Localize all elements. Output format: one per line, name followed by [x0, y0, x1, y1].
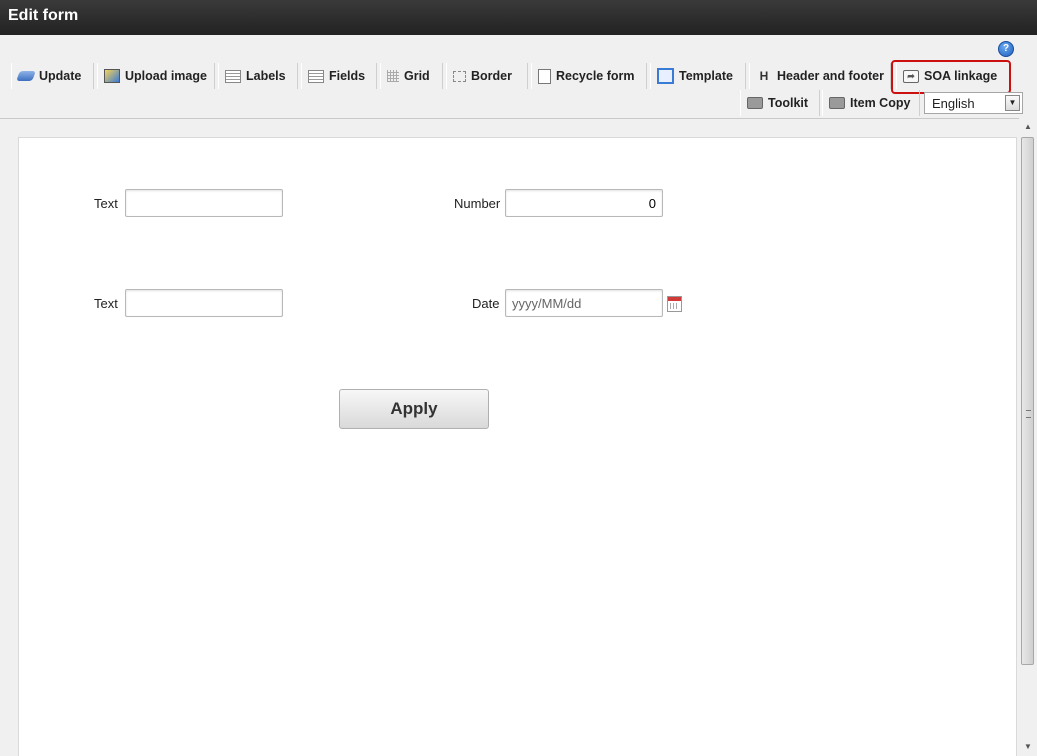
grid-label: Grid: [404, 69, 430, 83]
apply-button[interactable]: Apply: [339, 389, 489, 429]
document-icon: [538, 68, 551, 84]
item-copy-label: Item Copy: [850, 96, 911, 110]
scroll-thumb[interactable]: [1021, 137, 1034, 665]
fields-label: Fields: [329, 69, 366, 83]
calendar-icon[interactable]: [667, 296, 682, 312]
border-label: Border: [471, 69, 512, 83]
toolbox-icon: [829, 97, 845, 109]
number-field-label: Number: [454, 196, 501, 211]
update-label: Update: [39, 69, 82, 83]
scroll-down-icon[interactable]: ▼: [1022, 740, 1034, 754]
template-label: Template: [679, 69, 733, 83]
date-input[interactable]: [505, 289, 663, 317]
window-title: Edit form: [8, 7, 79, 24]
text-input-1[interactable]: [125, 189, 283, 217]
title-bar: Edit form: [0, 0, 1037, 35]
form-canvas: [18, 137, 1017, 756]
labels-button[interactable]: Labels: [218, 63, 298, 89]
template-icon: [657, 68, 674, 84]
labels-label: Labels: [246, 69, 286, 83]
grid-icon: [387, 70, 399, 82]
grid-button[interactable]: Grid: [380, 63, 443, 89]
text-input-2[interactable]: [125, 289, 283, 317]
language-value: English: [932, 96, 975, 111]
item-copy-button[interactable]: Item Copy: [822, 90, 920, 116]
soa-linkage-highlight: [891, 60, 1011, 94]
border-button[interactable]: Border: [446, 63, 528, 89]
vertical-scrollbar[interactable]: ▲ ▼: [1019, 118, 1037, 756]
update-icon: [16, 71, 36, 81]
image-icon: [104, 69, 120, 83]
labels-icon: [225, 69, 241, 83]
header-and-footer-button[interactable]: H Header and footer: [749, 63, 891, 89]
header-icon: H: [759, 69, 769, 83]
toolkit-label: Toolkit: [768, 96, 809, 110]
toolkit-button[interactable]: Toolkit: [740, 90, 820, 116]
recycle-form-label: Recycle form: [556, 69, 635, 83]
number-input[interactable]: [505, 189, 663, 217]
help-icon[interactable]: ?: [998, 41, 1014, 57]
date-field-label: Date: [472, 296, 500, 311]
chevron-down-icon[interactable]: ▼: [1005, 95, 1020, 111]
scroll-up-icon[interactable]: ▲: [1022, 120, 1034, 134]
text-field-label-2: Text: [94, 296, 118, 311]
fields-button[interactable]: Fields: [301, 63, 377, 89]
toolbox-icon: [747, 97, 763, 109]
recycle-form-button[interactable]: Recycle form: [531, 63, 647, 89]
update-button[interactable]: Update: [11, 63, 94, 89]
template-button[interactable]: Template: [650, 63, 746, 89]
upload-image-button[interactable]: Upload image: [97, 63, 215, 89]
fields-icon: [308, 69, 324, 83]
border-icon: [453, 70, 466, 82]
upload-image-label: Upload image: [125, 69, 207, 83]
text-field-label: Text: [94, 196, 118, 211]
header-and-footer-label: Header and footer: [777, 69, 884, 83]
language-select[interactable]: English ▼: [924, 92, 1023, 114]
